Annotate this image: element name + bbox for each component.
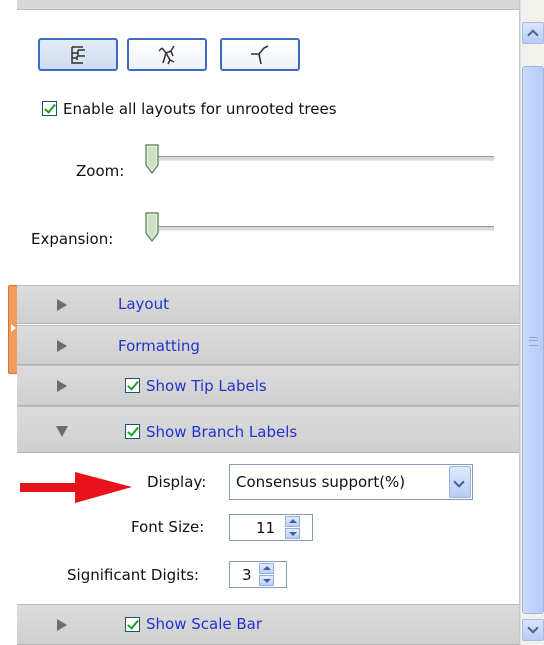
section-tip-labels-title: Show Tip Labels — [146, 377, 267, 395]
significant-digits-spin-buttons[interactable] — [259, 563, 274, 586]
section-layout-title: Layout — [118, 295, 169, 313]
collapsed-arrow-icon — [57, 619, 67, 631]
enable-unrooted-checkbox[interactable] — [42, 101, 57, 116]
significant-digits-label: Significant Digits: — [67, 566, 200, 584]
section-tip-labels[interactable]: Show Tip Labels — [17, 365, 519, 406]
unrooted-layout-button[interactable] — [220, 38, 300, 71]
show-scale-bar-checkbox[interactable] — [125, 617, 140, 632]
grip-icon — [529, 337, 538, 346]
show-branch-labels-checkbox[interactable] — [125, 424, 140, 439]
section-branch-labels[interactable]: Show Branch Labels — [17, 406, 519, 453]
display-select-value: Consensus support(%) — [236, 473, 406, 491]
unrooted-tree-icon — [251, 44, 269, 64]
expansion-slider-thumb[interactable] — [145, 212, 159, 242]
expanded-arrow-icon — [56, 426, 68, 437]
collapsed-arrow-icon — [57, 340, 67, 352]
show-tip-labels-checkbox[interactable] — [125, 378, 140, 393]
enable-unrooted-label: Enable all layouts for unrooted trees — [63, 100, 337, 118]
significant-digits-stepper[interactable]: 3 — [229, 561, 287, 588]
spin-down-icon[interactable] — [259, 575, 274, 586]
section-scale-bar[interactable]: Show Scale Bar — [17, 604, 519, 645]
collapsed-arrow-icon — [57, 380, 67, 392]
scroll-down-icon[interactable] — [522, 619, 544, 641]
font-size-value: 11 — [256, 519, 276, 537]
radial-tree-icon — [158, 45, 175, 64]
scroll-up-icon[interactable] — [522, 22, 544, 44]
zoom-slider-track[interactable] — [149, 156, 494, 161]
rectangular-layout-button[interactable] — [38, 38, 118, 71]
spin-down-icon[interactable] — [285, 528, 300, 539]
zoom-slider-thumb[interactable] — [145, 144, 159, 174]
vertical-scrollbar[interactable] — [520, 0, 544, 645]
expansion-slider-track[interactable] — [149, 226, 494, 231]
spin-up-icon[interactable] — [285, 516, 300, 527]
radial-layout-button[interactable] — [127, 38, 207, 71]
panel-header-strip — [17, 0, 519, 10]
section-layout[interactable]: Layout — [17, 285, 519, 324]
zoom-label: Zoom: — [76, 162, 125, 180]
font-size-label: Font Size: — [131, 518, 205, 536]
display-select[interactable]: Consensus support(%) — [229, 464, 473, 500]
expansion-label: Expansion: — [31, 230, 114, 248]
expand-arrow-icon — [11, 324, 16, 332]
section-formatting-title: Formatting — [118, 337, 200, 355]
section-scale-bar-title: Show Scale Bar — [146, 615, 263, 633]
collapsed-arrow-icon — [57, 299, 67, 311]
chevron-down-icon[interactable] — [449, 466, 471, 498]
rectangular-tree-icon — [71, 45, 85, 64]
significant-digits-value: 3 — [242, 566, 252, 584]
scrollbar-thumb[interactable] — [522, 66, 544, 614]
section-formatting[interactable]: Formatting — [17, 325, 519, 365]
spin-up-icon[interactable] — [259, 563, 274, 574]
red-pointer-arrow — [20, 472, 132, 503]
font-size-stepper[interactable]: 11 — [229, 514, 313, 541]
font-size-spin-buttons[interactable] — [285, 516, 300, 539]
display-label: Display: — [147, 473, 207, 491]
section-branch-labels-title: Show Branch Labels — [146, 423, 298, 441]
